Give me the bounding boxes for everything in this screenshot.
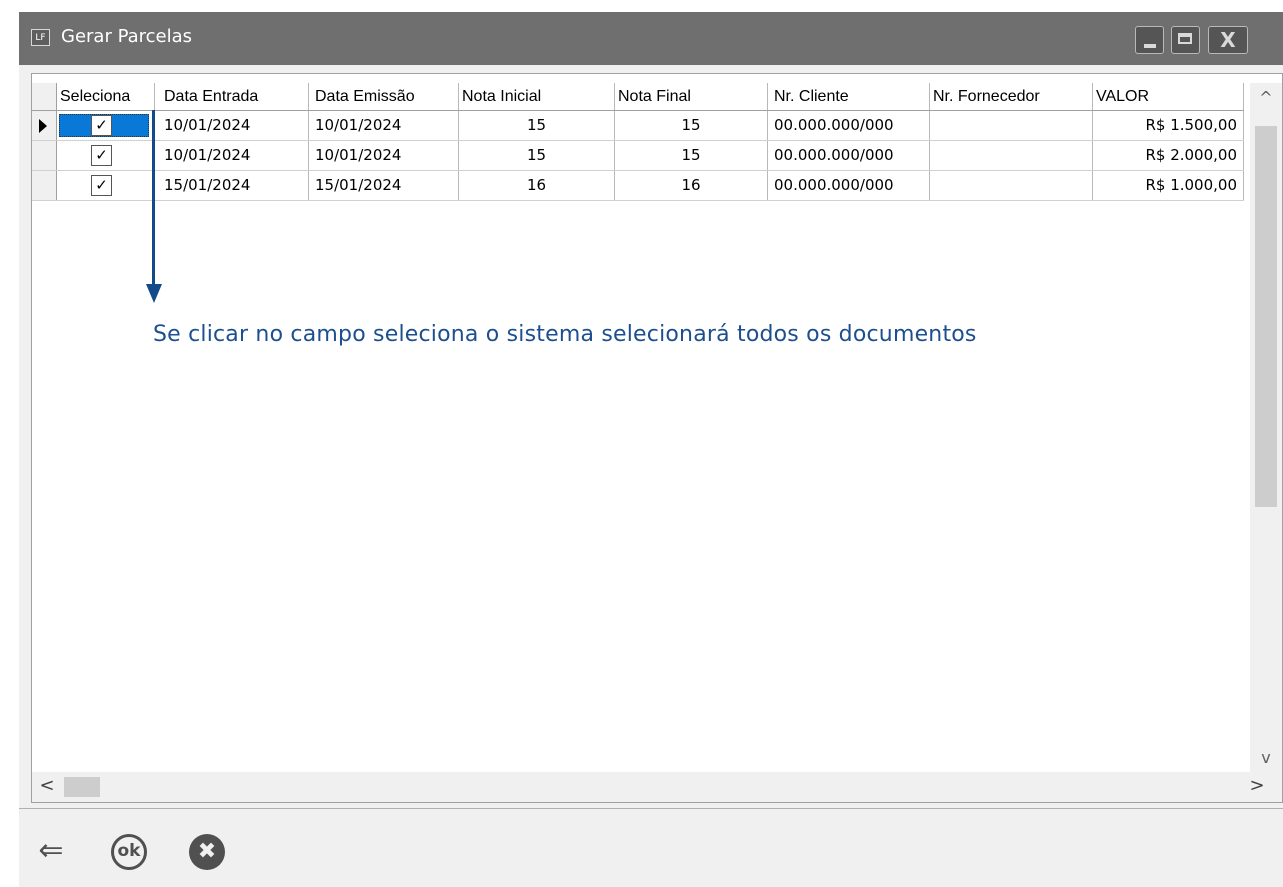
app-logo-icon: LF xyxy=(31,29,50,46)
seleciona-checkbox[interactable]: ✓ xyxy=(91,145,112,166)
nr-fornecedor-cell[interactable] xyxy=(930,141,1093,170)
table-row[interactable]: ✓ 10/01/2024 10/01/2024 15 15 00.000.000… xyxy=(32,111,1244,141)
horizontal-scrollbar[interactable]: < > xyxy=(32,772,1282,802)
close-button[interactable]: X xyxy=(1208,26,1248,54)
table-row[interactable]: ✓ 15/01/2024 15/01/2024 16 16 00.000.000… xyxy=(32,171,1244,201)
nota-final-cell[interactable]: 15 xyxy=(615,141,768,170)
annotation-arrow-head-icon xyxy=(146,284,162,303)
maximize-icon xyxy=(1178,33,1192,44)
scroll-left-icon[interactable]: < xyxy=(32,772,62,802)
seleciona-cell[interactable]: ✓ xyxy=(57,171,155,200)
valor-cell[interactable]: R$ 1.500,00 xyxy=(1093,111,1244,140)
nr-cliente-cell[interactable]: 00.000.000/000 xyxy=(768,141,930,170)
data-emissao-cell[interactable]: 15/01/2024 xyxy=(309,171,459,200)
annotation-arrow-line xyxy=(152,110,155,290)
nota-inicial-cell[interactable]: 16 xyxy=(459,171,615,200)
bottom-toolbar: ⇐ ok ✖ xyxy=(19,808,1283,887)
header-nota-final[interactable]: Nota Final xyxy=(615,83,768,110)
horizontal-scroll-thumb[interactable] xyxy=(64,777,100,797)
seleciona-checkbox[interactable]: ✓ xyxy=(91,115,112,136)
ok-button[interactable]: ok xyxy=(111,834,147,870)
vertical-scrollbar[interactable]: ^ v xyxy=(1250,83,1282,773)
nr-fornecedor-cell[interactable] xyxy=(930,111,1093,140)
header-data-emissao[interactable]: Data Emissão xyxy=(309,83,459,110)
maximize-button[interactable] xyxy=(1171,26,1200,54)
header-nr-cliente[interactable]: Nr. Cliente xyxy=(768,83,930,110)
nota-inicial-cell[interactable]: 15 xyxy=(459,141,615,170)
header-seleciona[interactable]: Seleciona xyxy=(57,83,155,110)
nota-inicial-cell[interactable]: 15 xyxy=(459,111,615,140)
grid-rows: ✓ 10/01/2024 10/01/2024 15 15 00.000.000… xyxy=(32,111,1244,201)
grid-header: Seleciona Data Entrada Data Emissão Nota… xyxy=(32,83,1244,111)
table-row[interactable]: ✓ 10/01/2024 10/01/2024 15 15 00.000.000… xyxy=(32,141,1244,171)
annotation-text: Se clicar no campo seleciona o sistema s… xyxy=(153,322,977,347)
nr-fornecedor-cell[interactable] xyxy=(930,171,1093,200)
data-entrada-cell[interactable]: 10/01/2024 xyxy=(155,141,309,170)
header-nota-inicial[interactable]: Nota Inicial xyxy=(459,83,615,110)
seleciona-checkbox[interactable]: ✓ xyxy=(91,175,112,196)
row-indicator[interactable] xyxy=(32,141,57,170)
minimize-button[interactable] xyxy=(1135,26,1164,54)
row-indicator[interactable] xyxy=(32,171,57,200)
data-emissao-cell[interactable]: 10/01/2024 xyxy=(309,141,459,170)
seleciona-cell[interactable]: ✓ xyxy=(57,111,155,140)
row-indicator[interactable] xyxy=(32,111,57,140)
nota-final-cell[interactable]: 15 xyxy=(615,111,768,140)
nr-cliente-cell[interactable]: 00.000.000/000 xyxy=(768,111,930,140)
nr-cliente-cell[interactable]: 00.000.000/000 xyxy=(768,171,930,200)
parcelas-grid[interactable]: Seleciona Data Entrada Data Emissão Nota… xyxy=(31,73,1283,803)
vertical-scroll-thumb[interactable] xyxy=(1255,126,1277,507)
scroll-down-icon[interactable]: v xyxy=(1250,743,1282,773)
header-valor[interactable]: VALOR xyxy=(1093,83,1244,110)
data-emissao-cell[interactable]: 10/01/2024 xyxy=(309,111,459,140)
valor-cell[interactable]: R$ 2.000,00 xyxy=(1093,141,1244,170)
nota-final-cell[interactable]: 16 xyxy=(615,171,768,200)
data-entrada-cell[interactable]: 15/01/2024 xyxy=(155,171,309,200)
window-title: Gerar Parcelas xyxy=(61,26,193,47)
data-entrada-cell[interactable]: 10/01/2024 xyxy=(155,111,309,140)
title-bar[interactable]: LF Gerar Parcelas X xyxy=(19,12,1283,65)
cancel-icon[interactable]: ✖ xyxy=(189,834,225,870)
header-data-entrada[interactable]: Data Entrada xyxy=(155,83,309,110)
scroll-right-icon[interactable]: > xyxy=(1242,772,1272,802)
valor-cell[interactable]: R$ 1.000,00 xyxy=(1093,171,1244,200)
header-indicator xyxy=(32,83,57,110)
gerar-parcelas-window: LF Gerar Parcelas X Seleciona Data Entra… xyxy=(19,12,1283,887)
minimize-icon xyxy=(1144,44,1156,48)
current-row-pointer-icon xyxy=(39,119,47,133)
seleciona-cell[interactable]: ✓ xyxy=(57,141,155,170)
header-nr-fornecedor[interactable]: Nr. Fornecedor xyxy=(930,83,1093,110)
back-arrow-icon[interactable]: ⇐ xyxy=(31,832,71,872)
scroll-up-icon[interactable]: ^ xyxy=(1250,83,1282,113)
